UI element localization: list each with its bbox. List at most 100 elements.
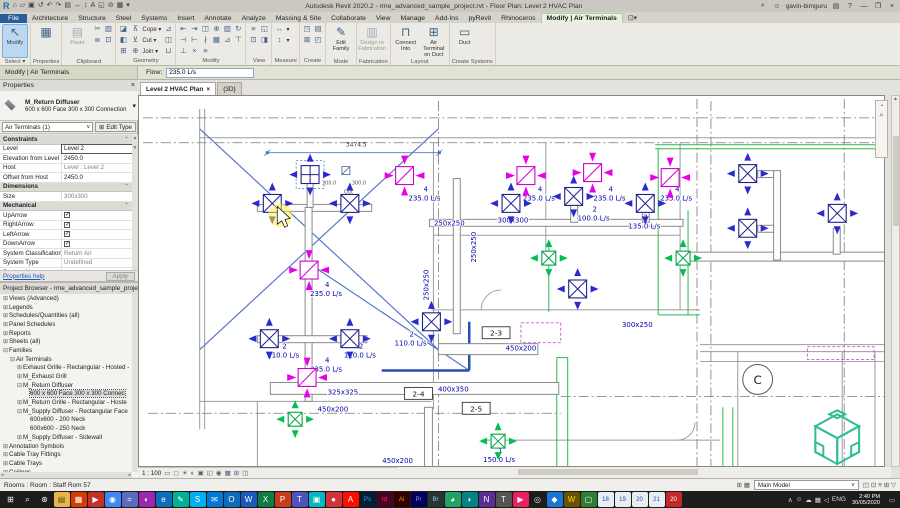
section-tag[interactable]: 2-5 — [461, 401, 491, 415]
property-value[interactable]: 300x300 — [62, 192, 132, 201]
scale-icon[interactable]: ⊿ — [222, 35, 232, 45]
type-dropdown-icon[interactable]: ▾ — [132, 102, 136, 110]
acrobat-icon[interactable]: A — [342, 492, 359, 507]
browser-item[interactable]: 600x600 - 250 Neck — [0, 424, 132, 433]
copy-clipboard-icon[interactable]: ▥ — [103, 24, 113, 34]
flow-tag[interactable]: 4235.0 L/s — [309, 280, 343, 299]
premiere-icon[interactable]: Pr — [410, 492, 427, 507]
people-icon[interactable]: ☺ — [796, 496, 803, 503]
property-value[interactable]: ✓ — [62, 240, 132, 249]
drawing-canvas[interactable]: 3474.5300.0 300.0Out300x300250x250300x250… — [138, 95, 885, 467]
revit-logo-icon[interactable]: R — [3, 1, 10, 11]
property-value[interactable]: 2450.0 — [62, 154, 132, 163]
split-icon[interactable]: ∤ — [200, 35, 210, 45]
notification-icon[interactable]: ▭ — [886, 496, 898, 504]
section-tag[interactable]: 2-3 — [481, 326, 511, 340]
tab-insert[interactable]: Insert — [172, 14, 199, 23]
apply-button[interactable]: Apply — [105, 271, 135, 281]
edit-family-button[interactable]: ✎ Edit Family — [328, 24, 354, 58]
worksets-icon[interactable]: ⊞ — [736, 482, 743, 489]
duct-size-tag[interactable]: 450x200 — [317, 404, 350, 414]
supply-diffuser-selected[interactable] — [289, 153, 331, 196]
green-supply-diffuser[interactable] — [276, 400, 315, 439]
browser-item[interactable]: ⊞ M_Exhaust Grill — [0, 372, 132, 381]
obs-icon[interactable]: ◎ — [529, 492, 546, 507]
return-diffuser[interactable] — [384, 155, 425, 196]
restore-button[interactable]: ❐ — [873, 2, 883, 10]
browser-item[interactable]: ⊞ Annotation Symbols — [0, 442, 132, 451]
search-icon[interactable]: ⌕ — [758, 2, 768, 10]
cut-button[interactable]: ⊻ Cut ▾ — [130, 35, 161, 45]
crop-view-icon[interactable]: ▣ — [198, 469, 204, 477]
properties-button[interactable]: ▦ — [33, 24, 59, 58]
paint-icon[interactable]: ◐ — [138, 492, 155, 507]
sun-path-icon[interactable]: ☀ — [182, 469, 188, 477]
property-value[interactable]: Undefined — [62, 259, 132, 268]
duct[interactable] — [689, 251, 885, 262]
office-icon[interactable]: ▦ — [70, 492, 87, 507]
edit-type-button[interactable]: ⊞ Edit Type — [95, 122, 136, 132]
property-value[interactable]: ✓ — [62, 230, 132, 239]
duct[interactable] — [423, 406, 433, 467]
print-icon[interactable]: ▤ — [64, 1, 71, 11]
calendar-21-icon[interactable]: 21 — [648, 492, 665, 507]
visual-style-icon[interactable]: ◻ — [173, 469, 178, 477]
default-3d-view-icon[interactable]: ◱ — [98, 1, 105, 11]
tab-massing-site[interactable]: Massing & Site — [271, 14, 326, 23]
canvas-vscrollbar[interactable]: ▲ — [891, 95, 900, 467]
start-button[interactable]: ⊞ — [3, 492, 19, 507]
supply-diffuser[interactable] — [556, 268, 599, 310]
edge-icon[interactable]: e — [155, 492, 172, 507]
browser-item[interactable]: 600x600 - 200 Neck — [0, 416, 132, 425]
notes-icon[interactable]: ✎ — [172, 492, 189, 507]
red-app-icon[interactable]: ● — [325, 492, 342, 507]
blue-app-icon[interactable]: ◆ — [546, 492, 563, 507]
modify-button[interactable]: ↖ Modify — [2, 24, 28, 58]
browser-item[interactable]: 600 x 600 Face 300 x 300 Connec — [0, 389, 132, 399]
create-similar-icon[interactable]: ◰ — [313, 35, 323, 45]
taskbar-clock[interactable]: 2:40 PM 30/05/2020 — [849, 494, 883, 506]
copy-icon[interactable]: ▥ — [222, 24, 232, 34]
text-icon[interactable]: A — [91, 1, 96, 11]
thin-lines-icon[interactable]: ≡ — [248, 24, 258, 34]
browser-item[interactable]: ⊞ Reports — [0, 329, 132, 338]
cope-button[interactable]: ⊼ Cope ▾ — [130, 24, 162, 34]
property-value[interactable]: ✓ — [62, 221, 132, 230]
steering-wheel-icon[interactable]: ◔ — [879, 103, 883, 110]
tab-architecture[interactable]: Architecture — [27, 14, 73, 23]
duct-size-tag[interactable]: 325x325 — [327, 387, 360, 397]
create-assembly-icon[interactable]: ▤ — [313, 24, 323, 34]
section-header-mechanical[interactable]: Mechanical ⌃ — [0, 201, 132, 211]
canvas-hscrollbar[interactable] — [398, 467, 891, 478]
indesign-icon[interactable]: Id — [376, 492, 393, 507]
photoshop-icon[interactable]: Ps — [359, 492, 376, 507]
tab-modify-air-terminals[interactable]: Modify | Air Terminals — [540, 13, 623, 23]
tab-manage[interactable]: Manage — [395, 14, 430, 23]
extend-icon[interactable]: ⊢ — [189, 35, 199, 45]
supply-diffuser[interactable] — [410, 300, 453, 343]
flow-tag[interactable]: 2100.0 L/s — [577, 204, 611, 223]
align-icon[interactable]: ⇤ — [178, 24, 188, 34]
browser-item[interactable]: ⊞ Schedules/Quantities (all) — [0, 311, 132, 320]
property-value[interactable]: Level 2 — [61, 143, 132, 154]
worksharing-display-icon[interactable]: ▦ — [225, 469, 231, 477]
duct-button[interactable]: ▭ Duct — [452, 24, 478, 58]
delete-icon[interactable]: × — [189, 46, 199, 56]
paint-icon[interactable]: ◧ — [118, 35, 128, 45]
supply-diffuser[interactable] — [624, 182, 667, 225]
air-terminal-on-duct-button[interactable]: ⊞ Air Terminal on Duct — [421, 24, 447, 58]
tab-collaborate[interactable]: Collaborate — [326, 14, 371, 23]
tab-annotate[interactable]: Annotate — [199, 14, 236, 23]
photos-icon[interactable]: ▣ — [308, 492, 325, 507]
teams-icon[interactable]: T — [291, 492, 308, 507]
tab-steel[interactable]: Steel — [111, 14, 137, 23]
browser-item[interactable]: ⊟ M_Return Diffuser — [0, 381, 132, 390]
close-view-tab-icon[interactable]: × — [206, 86, 210, 93]
navigation-bar[interactable]: ◔ ⌕ — [875, 100, 888, 158]
calendar-20-icon[interactable]: 20 — [631, 492, 648, 507]
green-supply-diffuser[interactable] — [529, 239, 568, 278]
duct-size-tag[interactable]: 250x250 — [433, 218, 466, 228]
duct-size-tag[interactable]: 300x250 — [621, 320, 654, 330]
green-supply-diffuser[interactable] — [479, 422, 517, 461]
word-icon[interactable]: W — [240, 492, 257, 507]
